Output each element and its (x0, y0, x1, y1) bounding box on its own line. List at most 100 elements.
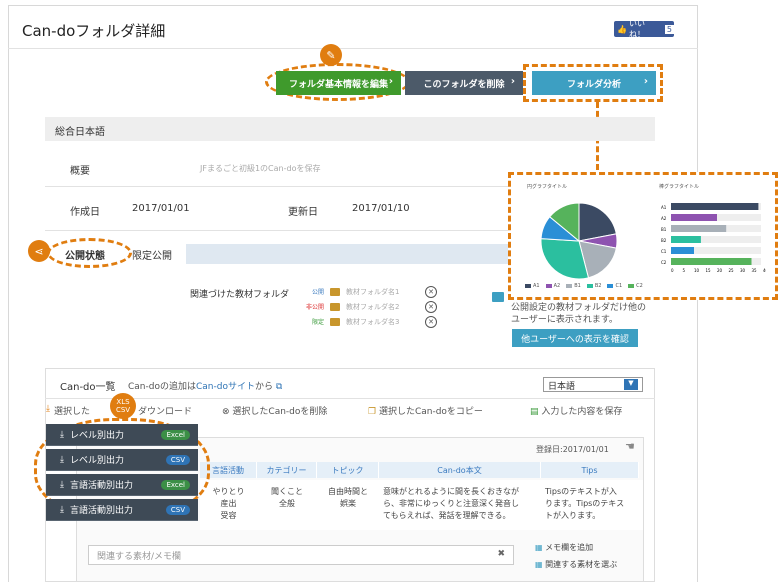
format-pill: CSV (165, 454, 190, 465)
folder-icon (330, 303, 340, 311)
cando-title: Can-do一覧 (60, 382, 116, 393)
table-cell: やりとり 産出 受容 (212, 487, 245, 520)
save-button[interactable]: ▤ 入力した内容を保存 (530, 404, 622, 417)
bar-category-label: A1 (661, 205, 667, 210)
language-select[interactable]: 日本語 ▼ (543, 377, 643, 392)
folder-name[interactable]: 教材フォルダ名3 (346, 317, 399, 327)
bar (671, 236, 701, 243)
card-table-header: 言語活動 カテゴリー トピック Can-do本文 Tips (200, 462, 643, 478)
external-link-icon: ⧉ (275, 382, 283, 392)
updated-value: 2017/01/10 (352, 203, 410, 214)
related-label: 関連づけた教材フォルダ (190, 290, 290, 300)
download-icon: ⤓ (60, 479, 64, 490)
edit-folder-button[interactable]: フォルダ基本情報を編集 › (276, 71, 401, 95)
chevron-down-icon: ▼ (624, 379, 638, 390)
close-circle-icon: ⊗ (222, 407, 230, 417)
add-memo-button[interactable]: ▦ メモ欄を追加 (535, 542, 593, 553)
download-icon: ⤓ (46, 404, 50, 414)
column-header: トピック (317, 462, 379, 478)
remove-folder-icon[interactable]: ✕ (425, 316, 437, 328)
page-title: Can-doフォルダ詳細 (22, 22, 166, 40)
remove-folder-icon[interactable]: ✕ (425, 286, 437, 298)
bar-tick-label: 40 (763, 268, 766, 273)
memo-input[interactable]: 関連する素材/メモ欄 ✖ (88, 545, 514, 565)
copy-selected-button[interactable]: ❐ 選択したCan-doをコピー (368, 404, 483, 417)
summary-value: JFまるごと初級1のCan-doを保存 (200, 164, 321, 173)
select-material-button[interactable]: ▦ 関連する素材を選ぶ (535, 559, 617, 570)
folder-icon (330, 318, 340, 326)
bar-tick-label: 30 (740, 268, 746, 273)
bar-title: 棒グラフタイトル (659, 184, 700, 190)
delete-selected-button[interactable]: ⊗ 選択したCan-doを削除 (222, 404, 327, 417)
cando-site-link[interactable]: Can-doサイト (196, 382, 255, 392)
folder-visibility-tag: 公開 (311, 289, 324, 296)
header-divider (8, 48, 698, 49)
pie-chart (540, 202, 618, 280)
folder-icon (330, 288, 340, 296)
legend-entry: B1 (566, 283, 581, 289)
column-header: Tips (541, 462, 639, 478)
column-header: カテゴリー (257, 462, 317, 478)
thumbs-up-icon: 👍 (617, 24, 627, 34)
created-value: 2017/01/01 (132, 203, 190, 214)
xls-csv-badge: XLS CSV (110, 393, 136, 419)
folder-name[interactable]: 教材フォルダ名2 (346, 302, 399, 312)
material-icon: ▦ (535, 560, 543, 569)
export-option[interactable]: ⤓ レベル別出力 Excel (46, 424, 198, 446)
legend-entry: B2 (586, 283, 601, 289)
save-icon: ▤ (530, 407, 539, 417)
pie-title: 円グラフタイトル (527, 184, 568, 190)
bar-category-label: B1 (661, 227, 667, 232)
folder-name[interactable]: 教材フォルダ名1 (346, 287, 399, 297)
export-option[interactable]: ⤓ 言語活動別出力 Excel (46, 474, 198, 496)
drag-hand-icon[interactable]: ☚ (625, 440, 635, 453)
export-option[interactable]: ⤓ レベル別出力 CSV (46, 449, 198, 471)
check-display-button[interactable]: 他ユーザーへの表示を確認 (512, 329, 638, 347)
note-text: 公開設定の教材フォルダだけ他の ユーザーに表示されます。 (511, 303, 647, 325)
table-cell: 自由時間と 娯楽 (328, 487, 368, 508)
updated-label: 更新日 (288, 207, 318, 218)
export-option[interactable]: ⤓ 言語活動別出力 CSV (46, 499, 198, 521)
registered-date: 登録日:2017/01/01 (536, 445, 609, 454)
column-header: Can-do本文 (379, 462, 541, 478)
bar (671, 214, 717, 221)
bar-chart: A1 A2 B1 B2 C1 C2 0 5 10 15 20 25 30 35 40 (661, 203, 766, 273)
delete-folder-button[interactable]: このフォルダを削除 › (405, 71, 523, 95)
like-count: 5 (664, 24, 674, 34)
remove-folder-icon[interactable]: ✕ (425, 301, 437, 313)
folder-visibility-tag: 非公開 (305, 304, 324, 311)
legend-entry: A2 (545, 283, 560, 289)
clear-icon: ✖ (497, 549, 505, 559)
summary-label: 概要 (70, 166, 90, 177)
download-icon: ⤓ (60, 454, 64, 465)
bar (671, 225, 727, 232)
copy-icon: ❐ (368, 407, 377, 417)
share-url-field[interactable]: minnanokyozai.jp/kyozai/xxx (186, 244, 510, 264)
bar-tick-label: 10 (694, 268, 700, 273)
folder-analysis-button[interactable]: フォルダ分析 › (532, 71, 656, 95)
bar-tick-label: 15 (706, 268, 712, 273)
bar-tick-label: 35 (752, 268, 758, 273)
bar-tick-label: 5 (683, 268, 686, 273)
legend-entry: A1 (525, 283, 540, 289)
legend-entry: C2 (628, 283, 643, 289)
cando-add-text: Can-doの追加はCan-doサイトから ⧉ (128, 382, 283, 392)
bar (671, 247, 694, 254)
folder-visibility-tag: 限定 (311, 319, 324, 326)
like-button[interactable]: 👍 いいね！ 5 (614, 19, 674, 39)
legend-entry: C1 (607, 283, 622, 289)
chart-legend: A1 A2 B1 B2 C1 C2 (525, 283, 643, 289)
table-cell: 意味がとれるように間を長くおきなが ら、非常にゆっくりと注意深く発音し てもらえ… (383, 487, 519, 520)
bar-category-label: A2 (661, 216, 667, 221)
bar (671, 258, 752, 265)
bar-tick-label: 20 (717, 268, 723, 273)
table-cell: Tipsのテキストが入 ります。Tipsのテキス トが入ります。 (545, 487, 625, 520)
visibility-label: 公開状態 (65, 251, 105, 262)
format-pill: CSV (165, 504, 190, 515)
visibility-value: 限定公開 (132, 251, 172, 262)
card-table-row: やりとり 産出 受容 聞くこと 全般 自由時間と 娯楽 意味がとれるように間を長くおき… (200, 480, 643, 530)
download-icon: ⤓ (60, 504, 64, 515)
format-pill: Excel (161, 429, 190, 440)
table-cell: 聞くこと 全般 (271, 487, 303, 508)
bar-category-label: C1 (661, 249, 667, 254)
